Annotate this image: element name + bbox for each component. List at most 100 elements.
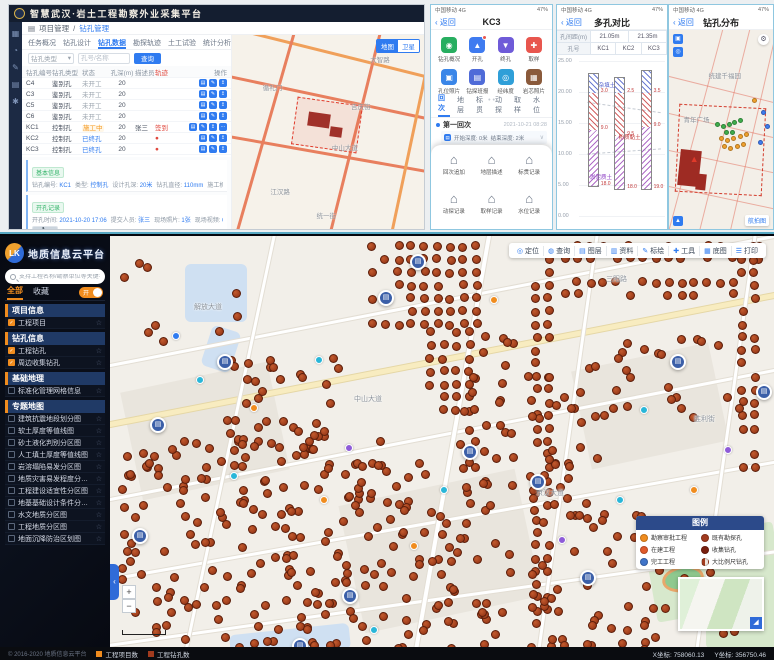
borehole-dot[interactable] <box>478 608 487 617</box>
poi-dot[interactable] <box>640 406 648 414</box>
borehole-dot[interactable] <box>565 462 574 471</box>
detail-icon[interactable]: ▤ <box>199 90 207 98</box>
star-icon[interactable]: ☆ <box>96 487 102 495</box>
borehole-dot-green[interactable] <box>715 122 720 127</box>
borehole-dot[interactable] <box>491 630 500 639</box>
borehole-dot[interactable] <box>440 366 449 375</box>
borehole-dot-orange[interactable] <box>752 98 757 103</box>
borehole-dot[interactable] <box>282 554 291 563</box>
borehole-dot[interactable] <box>197 474 206 483</box>
borehole-dot[interactable] <box>543 320 552 329</box>
borehole-dot[interactable] <box>208 566 217 575</box>
borehole-dot-orange[interactable] <box>719 136 724 141</box>
borehole-dot[interactable] <box>281 524 290 533</box>
borehole-dot[interactable] <box>482 599 491 608</box>
poi-dot[interactable] <box>320 496 328 504</box>
table-row[interactable]: C5鉴别孔未开工20▤✎↥ <box>22 100 231 111</box>
star-icon[interactable]: ☆ <box>96 387 102 395</box>
back-button[interactable]: ‹ 返回 <box>435 17 456 28</box>
tab-标贯[interactable]: 标贯 <box>476 95 488 117</box>
borehole-dot[interactable] <box>126 470 135 479</box>
borehole-dot[interactable] <box>496 421 505 430</box>
borehole-dot[interactable] <box>608 559 617 568</box>
borehole-dot[interactable] <box>529 590 538 599</box>
app-overview[interactable]: ◉钻孔概况 <box>435 37 463 63</box>
borehole-dot[interactable] <box>427 341 436 350</box>
borehole-dot[interactable] <box>468 388 477 397</box>
borehole-dot[interactable] <box>181 512 190 521</box>
borehole-dot[interactable] <box>589 523 598 532</box>
borehole-dot[interactable] <box>729 278 738 287</box>
borehole-dot[interactable] <box>326 399 335 408</box>
borehole-dot[interactable] <box>735 404 744 413</box>
layer-toggle-switch[interactable]: 开 <box>79 287 103 298</box>
zoom-out-button[interactable]: − <box>122 599 136 613</box>
borehole-dot[interactable] <box>663 291 672 300</box>
borehole-dot[interactable] <box>444 617 453 626</box>
borehole-dot[interactable] <box>306 567 315 576</box>
star-icon[interactable]: ☆ <box>96 319 102 327</box>
borehole-dot[interactable] <box>465 426 474 435</box>
borehole-dot[interactable] <box>322 380 331 389</box>
borehole-dot[interactable] <box>472 307 481 316</box>
borehole-dot[interactable] <box>152 583 161 592</box>
borehole-dot[interactable] <box>739 307 748 316</box>
poi-dot[interactable] <box>370 626 378 634</box>
edit-icon[interactable]: ✎ <box>209 134 217 142</box>
borehole-dot[interactable] <box>508 481 517 490</box>
borehole-dot[interactable] <box>392 482 401 491</box>
borehole-dot[interactable] <box>447 256 456 265</box>
borehole-dot[interactable] <box>368 268 377 277</box>
borehole-dot[interactable] <box>151 321 160 330</box>
borehole-dot[interactable] <box>320 427 329 436</box>
borehole-dot[interactable] <box>640 621 649 630</box>
borehole-dot[interactable] <box>737 268 746 277</box>
cluster-marker[interactable]: ▤ <box>580 570 596 586</box>
borehole-dot[interactable] <box>545 281 554 290</box>
borehole-dot[interactable] <box>421 307 430 316</box>
borehole-dot[interactable] <box>509 453 518 462</box>
borehole-dot[interactable] <box>538 561 547 570</box>
borehole-dot[interactable] <box>466 340 475 349</box>
borehole-dot[interactable] <box>238 440 247 449</box>
tool-标绘[interactable]: ✎标绘 <box>638 246 669 256</box>
cluster-marker[interactable]: ▤ <box>410 254 426 270</box>
app-report[interactable]: ▤钻探班报 <box>463 69 491 95</box>
borehole-dot[interactable] <box>750 334 759 343</box>
borehole-dot[interactable] <box>288 532 297 541</box>
borehole-dot[interactable] <box>120 273 129 282</box>
edit-icon[interactable]: ✎ <box>209 101 217 109</box>
layer-item[interactable]: 软土厚度等值线图☆ <box>5 425 105 437</box>
borehole-dot[interactable] <box>407 268 416 277</box>
action-回次追加[interactable]: ⌂回次追加 <box>435 153 473 186</box>
borehole-dot[interactable] <box>737 358 746 367</box>
table-row[interactable]: C6鉴别孔未开工20▤✎↥ <box>22 111 231 122</box>
borehole-dot[interactable] <box>395 280 404 289</box>
upload-icon[interactable]: ↥ <box>219 79 227 87</box>
detail-icon[interactable]: ▤ <box>199 134 207 142</box>
borehole-dot[interactable] <box>548 635 557 644</box>
borehole-dot[interactable] <box>205 444 214 453</box>
app-open-hole[interactable]: ▲开孔 <box>463 37 491 63</box>
borehole-dot[interactable] <box>334 364 343 373</box>
borehole-dot[interactable] <box>250 639 259 647</box>
action-取样记录[interactable]: ⌂取样记录 <box>473 192 511 225</box>
borehole-dot[interactable] <box>729 289 738 298</box>
borehole-dot[interactable] <box>170 573 179 582</box>
basemap-option-地图[interactable]: 地图 <box>377 40 398 52</box>
borehole-dot[interactable] <box>226 429 235 438</box>
checkbox[interactable] <box>8 451 15 458</box>
borehole-dot[interactable] <box>324 464 333 473</box>
borehole-dot[interactable] <box>271 522 280 531</box>
borehole-dot[interactable] <box>531 321 540 330</box>
borehole-dot[interactable] <box>160 547 169 556</box>
borehole-dot[interactable] <box>251 377 260 386</box>
layer-item[interactable]: 工程建设适宜性分区图☆ <box>5 485 105 497</box>
tab-回次[interactable]: 回次 <box>438 93 450 117</box>
borehole-dot[interactable] <box>407 282 416 291</box>
cluster-marker[interactable]: ▤ <box>217 354 233 370</box>
star-icon[interactable]: ☆ <box>96 359 102 367</box>
borehole-dot[interactable] <box>415 560 424 569</box>
borehole-dot[interactable] <box>200 583 209 592</box>
borehole-dot[interactable] <box>131 548 140 557</box>
